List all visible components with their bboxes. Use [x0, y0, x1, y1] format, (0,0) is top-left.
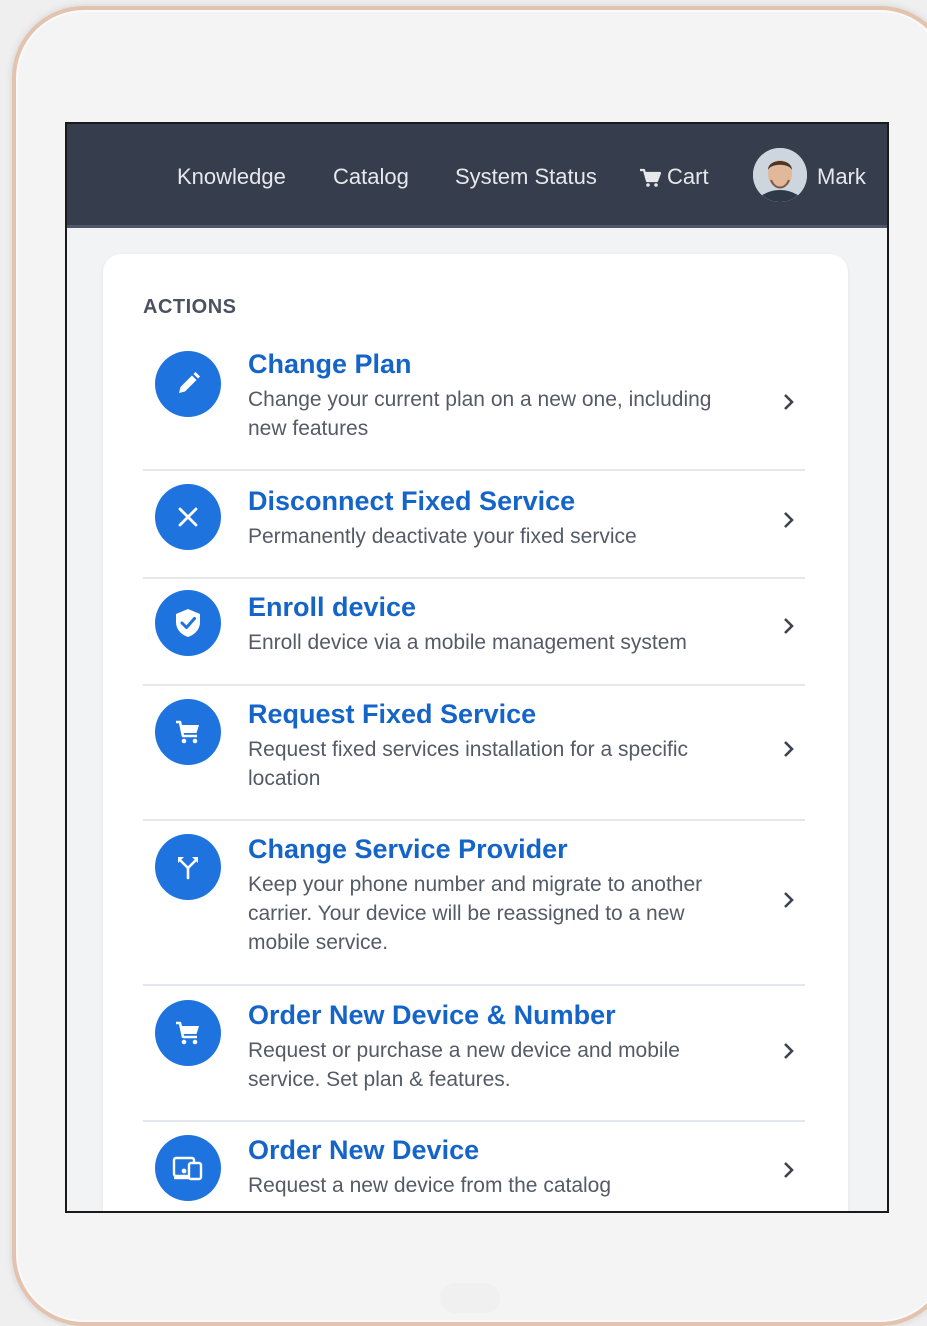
- action-enroll-device[interactable]: Enroll device Enroll device via a mobile…: [143, 590, 803, 660]
- action-description: Request fixed services installation for …: [248, 738, 689, 790]
- top-navigation-bar: Knowledge Catalog System Status Cart Mar…: [67, 124, 887, 228]
- action-title: Disconnect Fixed Service: [248, 486, 576, 516]
- chevron-right-icon: [784, 741, 794, 757]
- action-description: Request a new device from the catalog: [248, 1174, 612, 1197]
- divider: [143, 684, 805, 686]
- nav-knowledge[interactable]: Knowledge: [177, 160, 286, 194]
- actions-heading: ACTIONS: [143, 296, 237, 318]
- app-screen: Knowledge Catalog System Status Cart Mar…: [65, 122, 889, 1213]
- chevron-right-icon: [784, 1043, 794, 1059]
- shopping-cart-icon: [155, 699, 221, 765]
- nav-system-status[interactable]: System Status: [455, 160, 597, 194]
- divider: [143, 577, 805, 579]
- action-order-new-device-and-number[interactable]: Order New Device & Number Request or pur…: [143, 998, 803, 1098]
- action-title: Request Fixed Service: [248, 699, 537, 729]
- action-title: Change Plan: [248, 349, 412, 379]
- chevron-right-icon: [784, 1162, 794, 1178]
- action-change-service-provider[interactable]: Change Service Provider Keep your phone …: [143, 832, 803, 962]
- action-description: Request or purchase a new device and mob…: [248, 1039, 680, 1091]
- action-description: Enroll device via a mobile management sy…: [248, 631, 687, 654]
- user-photo: [753, 148, 807, 202]
- user-avatar[interactable]: [753, 148, 807, 202]
- chevron-right-icon: [784, 394, 794, 410]
- action-title: Enroll device: [248, 592, 417, 622]
- action-description: Change your current plan on a new one, i…: [248, 388, 712, 440]
- devices-icon: [155, 1135, 221, 1201]
- nav-cart-label: Cart: [667, 164, 709, 189]
- shopping-cart-icon: [155, 1000, 221, 1066]
- nav-catalog[interactable]: Catalog: [333, 160, 409, 194]
- divider: [143, 819, 805, 821]
- nav-user-name[interactable]: Mark: [817, 160, 866, 194]
- close-icon: [155, 484, 221, 550]
- shield-check-icon: [155, 590, 221, 656]
- divider: [143, 984, 805, 986]
- pencil-icon: [155, 351, 221, 417]
- action-change-plan[interactable]: Change Plan Change your current plan on …: [143, 347, 803, 447]
- action-description: Keep your phone number and migrate to an…: [248, 873, 703, 954]
- nav-cart[interactable]: Cart: [639, 160, 709, 194]
- chevron-right-icon: [784, 618, 794, 634]
- divider: [143, 469, 805, 471]
- divider: [143, 1120, 805, 1122]
- action-description: Permanently deactivate your fixed servic…: [248, 525, 637, 548]
- tablet-home-button: [440, 1283, 500, 1313]
- action-title: Order New Device: [248, 1135, 480, 1165]
- action-title: Order New Device & Number: [248, 1000, 616, 1030]
- action-disconnect-fixed-service[interactable]: Disconnect Fixed Service Permanently dea…: [143, 484, 803, 554]
- chevron-right-icon: [784, 512, 794, 528]
- action-order-new-device[interactable]: Order New Device Request a new device fr…: [143, 1133, 803, 1203]
- chevron-right-icon: [784, 892, 794, 908]
- action-request-fixed-service[interactable]: Request Fixed Service Request fixed serv…: [143, 697, 803, 797]
- action-title: Change Service Provider: [248, 834, 568, 864]
- split-arrows-icon: [155, 834, 221, 900]
- cart-icon: [640, 169, 661, 187]
